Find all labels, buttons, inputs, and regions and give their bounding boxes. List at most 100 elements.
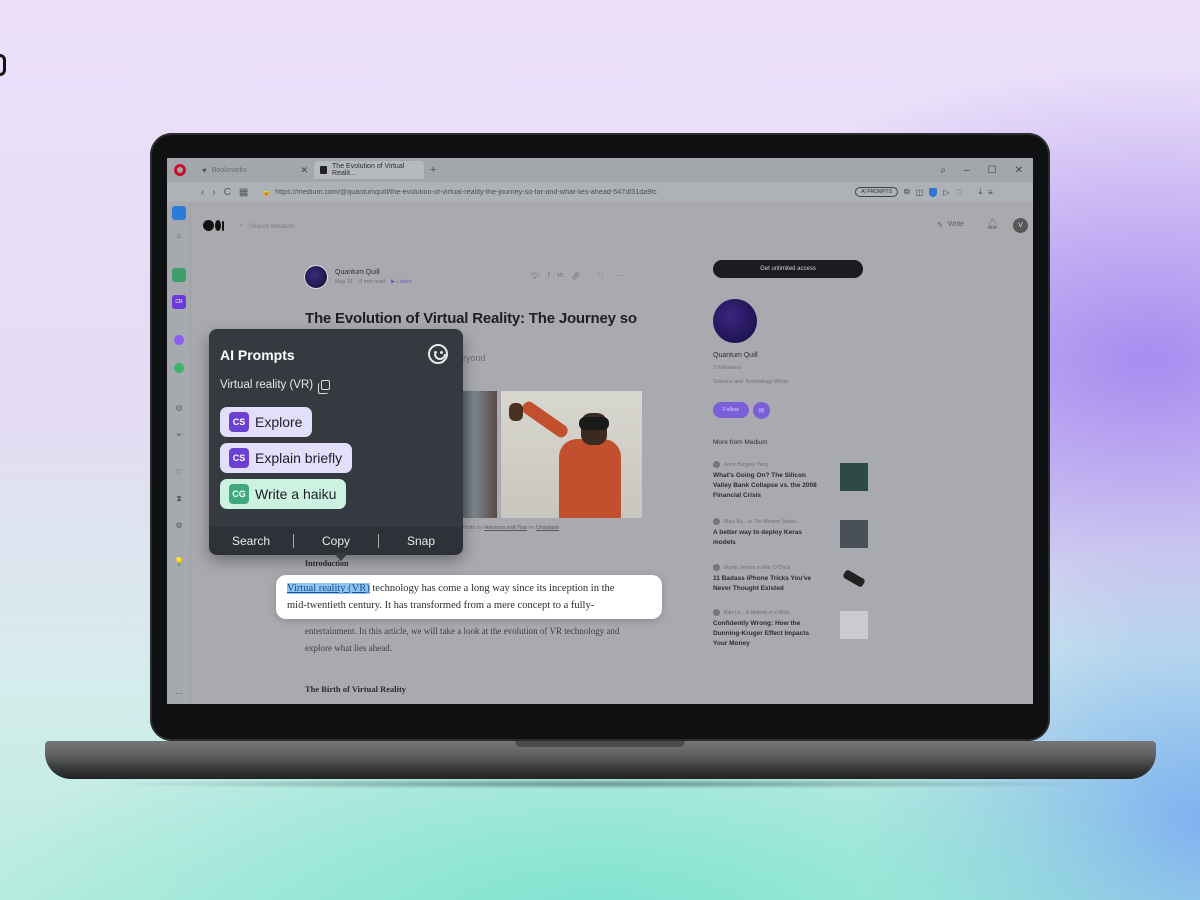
smiley-icon[interactable] <box>428 344 448 364</box>
minimize-button[interactable]: – <box>964 165 970 176</box>
author-row: Quantum Quill May 31 8 min read ▶ Listen <box>305 266 412 288</box>
heart-outline-icon[interactable]: ♡ <box>955 188 962 197</box>
medium-search-input[interactable]: ⌕ Search Medium <box>239 217 369 235</box>
highlighted-passage[interactable]: Virtual reality (VR) technology has come… <box>287 580 657 614</box>
recommendation-item[interactable]: Mark Ku... in The Modern Scient... A bet… <box>713 518 868 548</box>
author-name[interactable]: Quantum Quill <box>335 269 412 276</box>
adblock-shield-icon[interactable] <box>929 187 938 197</box>
tab-article[interactable]: The Evolution of Virtual Realit... <box>314 161 424 179</box>
medium-favicon-icon <box>320 166 328 174</box>
sidebar-messenger-icon[interactable] <box>174 335 184 345</box>
write-button[interactable]: ✎ Write <box>937 221 964 229</box>
forward-button[interactable]: › <box>212 187 215 198</box>
new-tab-button[interactable]: + <box>430 164 436 176</box>
tab-search-icon[interactable]: ⌕ <box>940 165 946 176</box>
followers-count[interactable]: 3 Followers <box>713 365 741 371</box>
sidebar-whatsapp-icon[interactable] <box>174 363 184 373</box>
url-field[interactable]: https://medium.com/@quantumquill/the-evo… <box>275 189 705 196</box>
brand-logo-fragment <box>0 54 6 76</box>
section-heading: The Birth of Virtual Reality <box>305 684 407 694</box>
profile-name[interactable]: Quantum Quill <box>713 352 758 359</box>
more-options-icon[interactable]: ⋯ <box>617 272 624 280</box>
recommendation-item[interactable]: Anna Burgess Yang What's Going On? The S… <box>713 461 868 501</box>
popup-footer: Search Copy Snap <box>209 527 463 555</box>
tab-bookmarks[interactable]: ♥ Bookmarks ✕ <box>196 161 314 179</box>
selected-text[interactable]: Virtual reality (VR) <box>287 583 370 594</box>
popup-pointer <box>334 553 348 561</box>
download-icon[interactable]: ⤓ <box>979 187 983 197</box>
prompt-explain-briefly-button[interactable]: CS Explain briefly <box>220 443 353 473</box>
image-caption: Photo by Harrison and Tsai on Unsplash <box>461 525 560 531</box>
search-placeholder: Search Medium <box>248 222 295 230</box>
close-window-button[interactable]: ✕ <box>1015 165 1023 176</box>
lock-icon: 🔒 <box>262 189 272 196</box>
ai-prompts-popup: AI Prompts Virtual reality (VR) CS Explo… <box>209 329 463 555</box>
sidebar-workspace-icon[interactable] <box>172 268 186 282</box>
profile-avatar[interactable] <box>713 299 757 343</box>
follow-button[interactable]: Follow <box>713 402 749 418</box>
publish-date: May 31 <box>335 279 354 285</box>
search-action-button[interactable]: Search <box>209 534 293 548</box>
reload-button[interactable]: C <box>224 187 231 198</box>
medium-logo-icon[interactable] <box>203 220 224 231</box>
article-title: The Evolution of Virtual Reality: The Jo… <box>305 310 637 327</box>
prompt-write-haiku-button[interactable]: CG Write a haiku <box>220 479 347 509</box>
sidebar-tips-icon[interactable]: 💡 <box>172 554 186 568</box>
author-avatar[interactable] <box>305 266 327 288</box>
window-controls: ⌕ – ☐ ✕ <box>940 165 1023 176</box>
cs-badge-icon: CS <box>229 448 249 468</box>
sidebar-pinboard-icon[interactable]: ♡ <box>172 465 186 479</box>
ai-prompts-pill[interactable]: AI PROMPTS <box>855 187 898 197</box>
read-time: 8 min read <box>359 279 386 285</box>
rec-thumbnail <box>840 611 868 639</box>
recommendation-item[interactable]: Martin Jensen in Mac O'Clock 11 Badass i… <box>713 564 868 594</box>
facebook-icon[interactable]: f <box>548 272 550 280</box>
listen-button[interactable]: ▶ Listen <box>391 279 411 285</box>
link-icon[interactable]: 🔗︎ <box>571 272 580 280</box>
sidebar-settings-icon[interactable]: ⚙ <box>172 518 186 532</box>
subscribe-mail-icon[interactable]: ✉ <box>753 402 770 419</box>
sidebar-player-icon[interactable]: ◎ <box>172 400 186 414</box>
caption-credit-link[interactable]: Harrison and Tsai <box>484 525 527 531</box>
camera-icon[interactable]: ◫ <box>916 188 924 197</box>
selected-text-label: Virtual reality (VR) <box>220 379 331 394</box>
sidebar-workspace-2-icon[interactable]: CR <box>172 295 186 309</box>
maximize-button[interactable]: ☐ <box>988 165 997 176</box>
caption-source-link[interactable]: Unsplash <box>536 525 559 531</box>
copy-icon[interactable] <box>318 380 331 394</box>
back-button[interactable]: ‹ <box>201 187 204 198</box>
cg-badge-icon: CG <box>229 484 249 504</box>
user-avatar[interactable]: V <box>1013 218 1028 233</box>
linkedin-icon[interactable]: in <box>558 272 563 280</box>
sidebar-aria-icon[interactable] <box>172 206 186 220</box>
rec-author-avatar <box>713 609 720 616</box>
close-tab-icon[interactable]: ✕ <box>300 165 308 176</box>
more-from-medium-heading: More from Medium <box>713 439 768 446</box>
sidebar-history-icon[interactable]: ⧗ <box>172 492 186 506</box>
twitter-icon[interactable]: 🐦︎ <box>531 272 540 280</box>
article-image-vr-user <box>501 391 642 518</box>
opera-logo-icon[interactable] <box>174 164 186 176</box>
sidebar-home-icon[interactable]: ⌂ <box>172 228 186 242</box>
rec-thumbnail <box>840 463 868 491</box>
share-icons: 🐦︎ f in 🔗︎ ⛶ ⋯ <box>531 272 624 280</box>
prompt-explore-button[interactable]: CS Explore <box>220 407 313 437</box>
cs-badge-icon: CS <box>229 412 249 432</box>
sidebar-send-icon[interactable]: ➢ <box>172 427 186 441</box>
snap-action-button[interactable]: Snap <box>379 534 463 548</box>
tab-bar: ♥ Bookmarks ✕ The Evolution of Virtual R… <box>167 158 1033 182</box>
copy-action-button[interactable]: Copy <box>294 534 378 548</box>
recommendation-item[interactable]: Bart Le... in Making of a Millio... Conf… <box>713 609 868 649</box>
notifications-bell-icon[interactable]: 🔔︎ <box>986 219 999 230</box>
popup-title: AI Prompts <box>220 347 295 363</box>
speed-dial-icon[interactable]: ▦ <box>239 187 248 198</box>
sidebar-more-icon[interactable]: ⋯ <box>172 686 186 700</box>
profile-bio: Science and Technology Writer <box>713 379 789 385</box>
save-icon[interactable]: ⛶ <box>598 272 603 280</box>
extensions-icon[interactable]: ⧉ <box>904 187 910 197</box>
get-unlimited-access-button[interactable]: Get unlimited access <box>713 260 863 278</box>
play-icon[interactable]: ▷ <box>943 188 949 197</box>
article-image-left <box>459 391 497 518</box>
write-label: Write <box>947 221 965 228</box>
menu-icon[interactable]: ≡ <box>988 188 993 197</box>
